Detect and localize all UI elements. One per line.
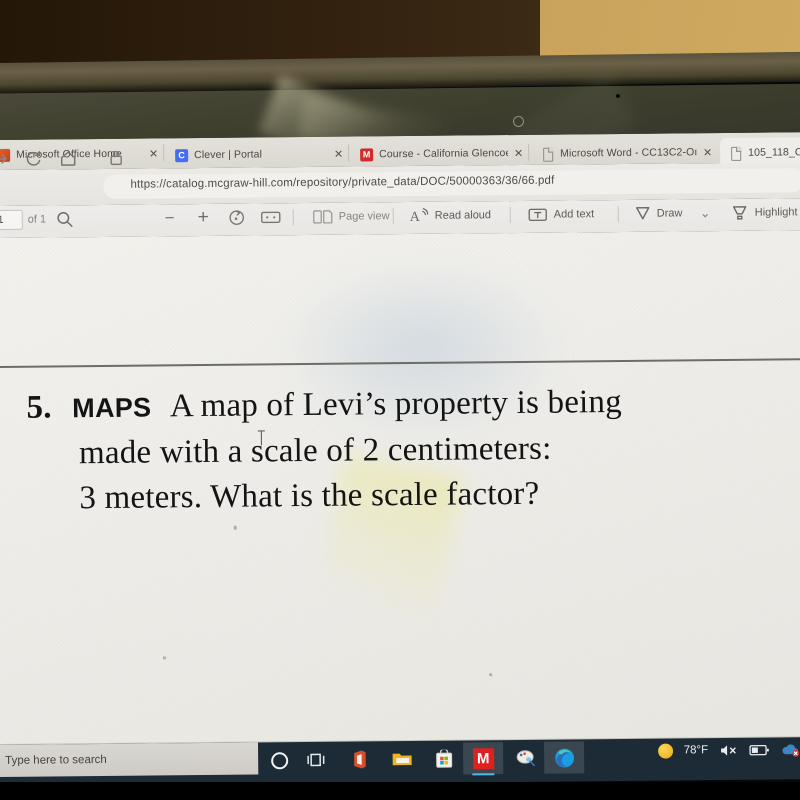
close-icon[interactable]: ✕	[332, 147, 345, 160]
toolbar-divider	[392, 208, 394, 225]
tab-clever-portal[interactable]: C Clever | Portal ✕	[166, 139, 351, 171]
taskbar-item-file-explorer[interactable]	[382, 743, 422, 775]
document-icon	[729, 146, 742, 159]
paint-icon	[516, 749, 536, 766]
webcam-icon	[513, 116, 524, 127]
page-number-input[interactable]: 1	[0, 209, 23, 231]
document-icon	[541, 147, 554, 160]
taskbar-item-microsoft-edge[interactable]	[543, 741, 585, 774]
folder-icon	[392, 753, 412, 766]
refresh-icon[interactable]	[22, 148, 44, 170]
windows-taskbar: Type here to search M 78°F	[0, 737, 800, 787]
draw-pen-icon[interactable]	[633, 204, 653, 224]
weather-temperature[interactable]: 78°F	[684, 744, 709, 756]
highlight-button: Highlight	[754, 206, 798, 219]
question-line-3: 3 meters. What is the scale factor?	[79, 475, 540, 517]
volume-mute-icon[interactable]	[719, 742, 738, 757]
close-icon[interactable]: ✕	[512, 146, 525, 159]
mcgraw-hill-icon: M	[360, 147, 374, 161]
page-view-button[interactable]: Page view	[339, 206, 390, 226]
taskbar-item-mcgraw-hill[interactable]: M	[462, 742, 504, 776]
edge-icon	[554, 748, 574, 767]
zoom-in-button[interactable]: +	[198, 207, 209, 228]
read-aloud-icon[interactable]: A	[409, 206, 431, 226]
tab-label: Clever | Portal	[194, 148, 263, 162]
chevron-down-icon[interactable]: ⌄	[700, 203, 711, 223]
toolbar-divider	[292, 209, 294, 226]
pdf-page: 5. MAPS A map of Levi’s property is bein…	[0, 230, 800, 750]
draw-button[interactable]: Draw	[657, 203, 683, 223]
clever-icon: C	[175, 148, 189, 162]
toolbar-divider	[509, 207, 511, 224]
search-icon[interactable]	[55, 209, 75, 229]
toolbar-divider	[617, 206, 619, 223]
sun-icon[interactable]	[657, 743, 673, 759]
page-speck	[162, 656, 166, 660]
question-tag: MAPS	[72, 392, 152, 424]
close-icon[interactable]: ✕	[701, 146, 714, 159]
active-indicator	[472, 773, 495, 776]
laptop-screen-photo: Microsoft Office Home ✕ C Clever | Porta…	[0, 0, 800, 800]
search-input[interactable]: Type here to search	[0, 742, 259, 777]
question-text: 5. MAPS A map of Levi’s property is bein…	[26, 378, 787, 521]
tab-label: Course - California Glencoe ı	[379, 147, 509, 161]
fit-to-width-icon[interactable]	[260, 208, 282, 226]
question-line-2: made with a scale of 2 centimeters:	[78, 430, 552, 472]
question-line-1: A map of Levi’s property is being	[169, 383, 623, 425]
lock-icon[interactable]	[106, 147, 126, 169]
tab-label: 105_118_CC	[748, 146, 800, 159]
taskbar-item-cortana[interactable]	[259, 744, 299, 776]
zoom-out-button[interactable]: −	[165, 208, 175, 228]
rotate-icon[interactable]	[227, 208, 247, 228]
highlighter-icon[interactable]	[730, 203, 750, 223]
read-aloud-button[interactable]: Read aloud	[435, 205, 491, 226]
bezel-speck	[616, 94, 620, 98]
page-total-label: of 1	[27, 213, 47, 226]
task-view-icon	[307, 753, 325, 767]
page-view-icon[interactable]	[312, 208, 334, 226]
system-tray: 78°F	[657, 741, 800, 759]
svg-text:A: A	[410, 210, 421, 225]
tab-divider	[528, 143, 530, 161]
onedrive-error-icon[interactable]	[781, 741, 800, 757]
close-icon[interactable]: ✕	[147, 147, 160, 160]
office-icon	[354, 750, 366, 769]
tab-divider	[163, 144, 165, 162]
tab-divider	[348, 144, 350, 162]
taskbar-item-microsoft-store[interactable]	[424, 743, 464, 775]
add-text-icon[interactable]	[527, 206, 549, 224]
battery-icon[interactable]	[749, 743, 770, 756]
taskbar-item-office[interactable]	[339, 743, 379, 775]
page-speck	[489, 673, 493, 677]
photo-black-border	[0, 782, 800, 800]
mcgraw-hill-icon: M	[472, 747, 494, 769]
home-icon[interactable]	[57, 147, 79, 169]
tab-label: Microsoft Word - CC13C2-Oı	[560, 146, 698, 160]
microsoft-store-icon	[436, 749, 453, 768]
question-number: 5.	[26, 389, 52, 426]
forward-arrow-icon[interactable]	[0, 148, 12, 170]
taskbar-item-task-view[interactable]	[296, 744, 336, 776]
cortana-icon	[270, 751, 288, 769]
browser-window: Microsoft Office Home ✕ C Clever | Porta…	[0, 132, 800, 750]
taskbar-item-paint[interactable]	[506, 742, 546, 774]
add-text-button[interactable]: Add text	[554, 204, 595, 224]
page-speck	[233, 525, 237, 530]
